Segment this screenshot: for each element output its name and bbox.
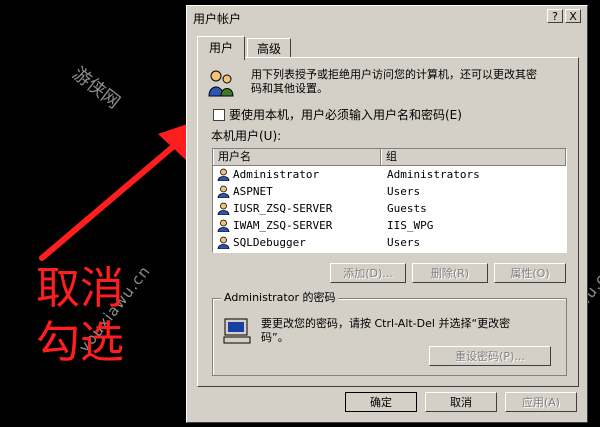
tab-advanced[interactable]: 高级 [247, 38, 291, 58]
user-group: Users [387, 185, 421, 198]
column-group[interactable]: 组 [381, 149, 566, 165]
table-row[interactable]: Administrator Administrators [213, 166, 566, 183]
table-row[interactable]: IWAM_ZSQ-SERVER IIS_WPG [213, 217, 566, 234]
require-password-label[interactable]: 要使用本机，用户必须输入用户名和密码(E) [229, 108, 462, 122]
user-icon [217, 185, 230, 198]
password-info-line-1: 要更改您的密码，请按 Ctrl-Alt-Del 并选择“更改密 [261, 317, 511, 330]
close-button[interactable]: X [565, 9, 581, 23]
computer-icon [223, 318, 251, 344]
add-user-button[interactable]: 添加(D)... [330, 263, 406, 283]
user-group: IIS_WPG [387, 219, 434, 232]
user-name: IWAM_ZSQ-SERVER [233, 219, 333, 232]
list-header: 用户名 组 [213, 149, 566, 166]
annotation-line-1: 取消 [36, 263, 124, 314]
users-icon [208, 70, 234, 97]
user-group: Guests [387, 202, 427, 215]
password-info-line-2: 码”。 [261, 331, 289, 344]
ok-button[interactable]: 确定 [345, 392, 417, 412]
annotation-text: 取消 勾选 [36, 262, 124, 370]
table-row[interactable]: IUSR_ZSQ-SERVER Guests [213, 200, 566, 217]
apply-button[interactable]: 应用(A) [505, 392, 577, 412]
users-list[interactable]: 用户名 组 Administrator Administrators ASPNE… [212, 148, 567, 253]
remove-user-button[interactable]: 删除(R) [412, 263, 488, 283]
local-users-label: 本机用户(U): [211, 129, 282, 143]
user-icon [217, 202, 230, 215]
user-icon [217, 168, 230, 181]
user-group: Administrators [387, 168, 480, 181]
user-icon [217, 236, 230, 249]
title-bar: 用户帐户 ? X [189, 8, 585, 26]
table-row[interactable]: ASPNET Users [213, 183, 566, 200]
column-username[interactable]: 用户名 [213, 149, 381, 165]
dialog-title: 用户帐户 [193, 12, 242, 26]
user-icon [217, 219, 230, 232]
user-name: Administrator [233, 168, 320, 181]
user-group: Users [387, 236, 421, 249]
reset-password-button[interactable]: 重设密码(P)... [429, 346, 551, 366]
user-name: ASPNET [233, 185, 273, 198]
user-name: SQLDebugger [233, 236, 306, 249]
require-password-checkbox[interactable] [213, 109, 225, 121]
password-group: Administrator 的密码 要更改您的密码，请按 Ctrl-Alt-De… [212, 291, 567, 376]
table-row[interactable]: SQLDebugger Users [213, 234, 566, 251]
tab-users[interactable]: 用户 [197, 36, 245, 60]
cancel-button[interactable]: 取消 [425, 392, 497, 412]
password-group-label: Administrator 的密码 [221, 291, 339, 305]
annotation-line-2: 勾选 [36, 317, 124, 368]
properties-button[interactable]: 属性(O) [494, 263, 566, 283]
help-button[interactable]: ? [547, 9, 563, 23]
description-line-1: 用下列表授予或拒绝用户访问您的计算机，还可以更改其密 [251, 68, 537, 81]
user-accounts-dialog: 用户帐户 ? X 用户 高级 用下列表授予或拒绝用户访问您的计算机，还可以更改其… [186, 5, 588, 423]
user-name: IUSR_ZSQ-SERVER [233, 202, 333, 215]
description-line-2: 码和其他设置。 [251, 82, 328, 95]
